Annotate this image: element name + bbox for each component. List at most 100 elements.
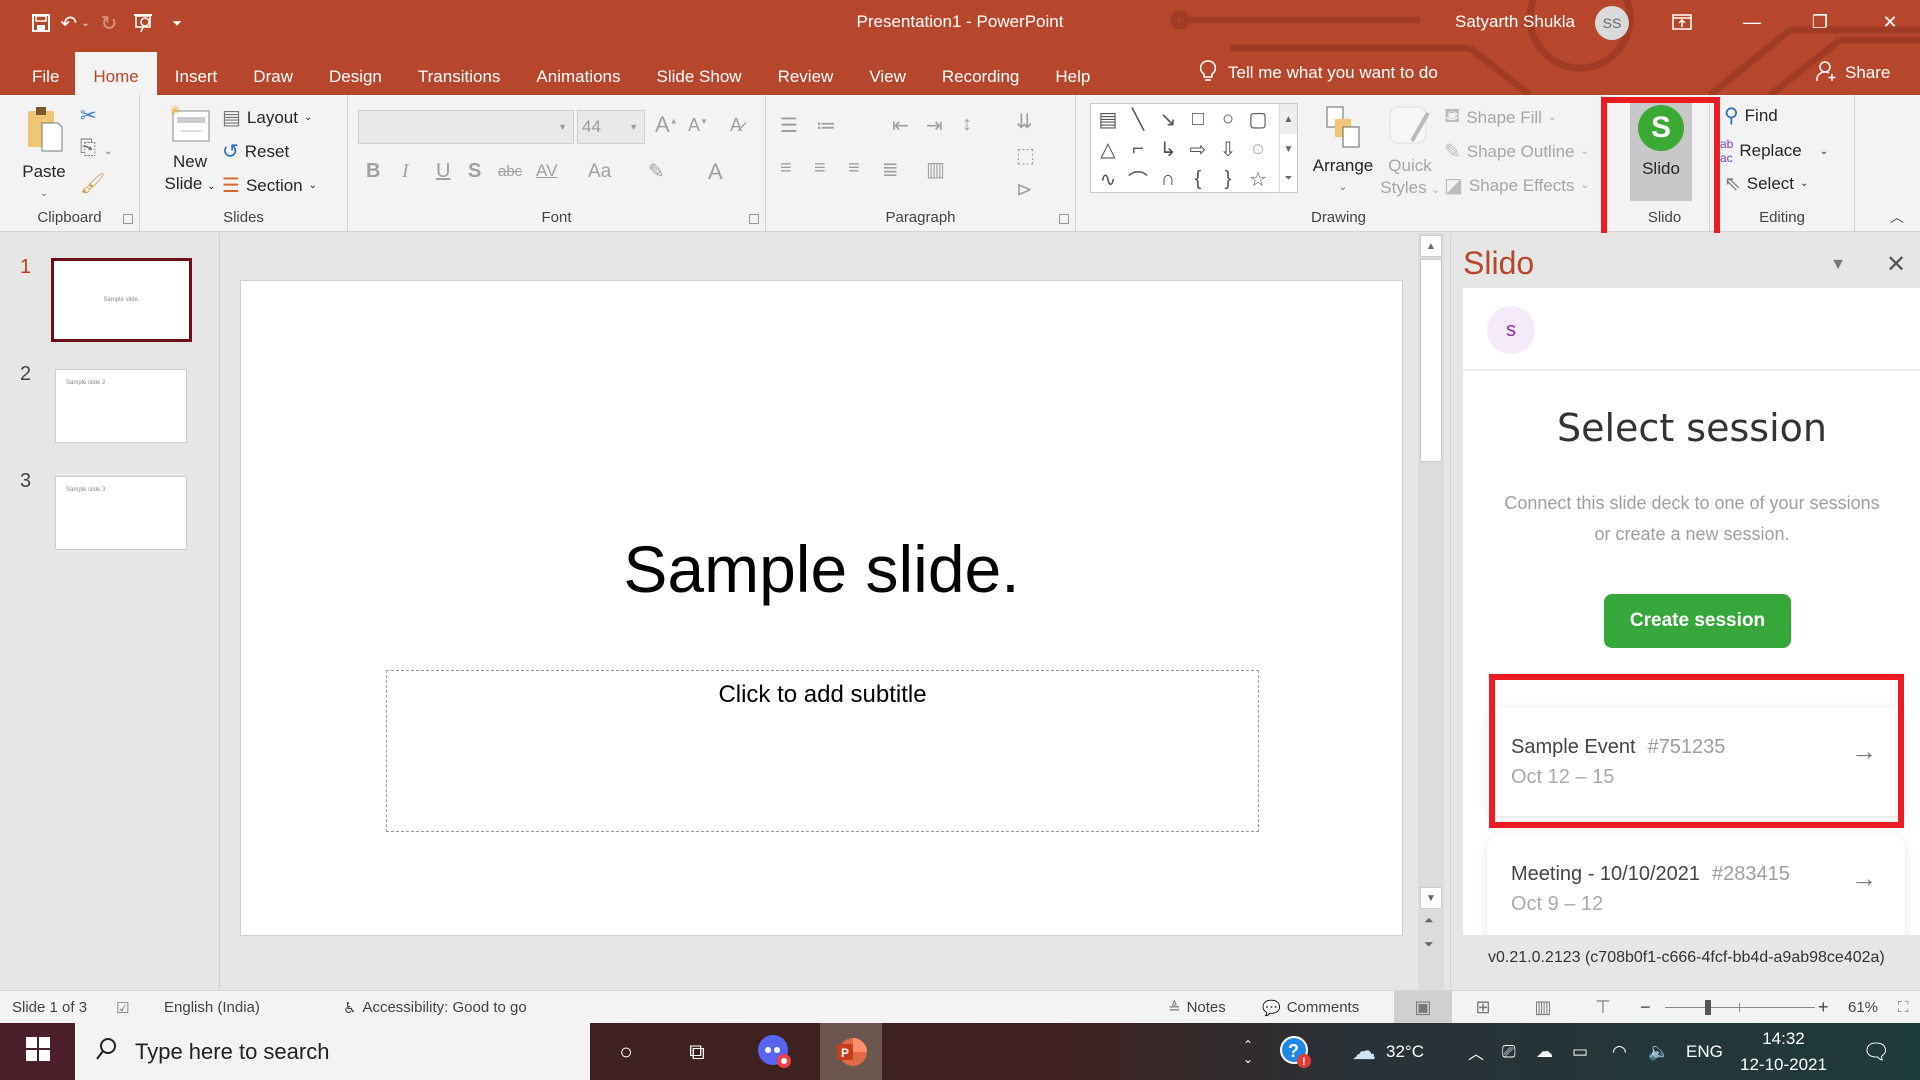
slide-show-view-icon[interactable]: ⊤ (1574, 991, 1632, 1024)
close-window-icon[interactable]: ✕ (1860, 0, 1920, 44)
collapse-ribbon-icon[interactable]: ︿ (1890, 207, 1904, 227)
show-hidden-icons-chevron[interactable]: ︿ (1468, 1023, 1484, 1080)
numbering-icon[interactable]: ≔ (816, 113, 836, 138)
spell-check-icon[interactable]: ☑ (116, 991, 129, 1024)
slide-thumbnail-2[interactable]: Sample slide 2 (55, 369, 187, 443)
shape-arc-icon[interactable]: ⌒ (1123, 164, 1153, 194)
format-painter-icon[interactable]: 🖌 (80, 171, 105, 196)
zoom-out-icon[interactable]: − (1640, 991, 1651, 1024)
battery-icon[interactable]: ▭ (1572, 1023, 1588, 1080)
shape-elbow-connector-icon[interactable]: ⌐ (1123, 134, 1153, 164)
tab-review[interactable]: Review (760, 52, 852, 95)
italic-button[interactable]: I (402, 160, 409, 183)
quick-styles-button[interactable]: Quick Styles ⌄ (1380, 105, 1440, 202)
shape-rounded-rectangle-icon[interactable]: ▢ (1243, 104, 1273, 134)
shape-effects-button[interactable]: ◪ Shape Effects ⌄ (1444, 173, 1589, 198)
meet-now-icon[interactable]: ⎚ (1502, 1023, 1516, 1080)
normal-view-icon[interactable]: ▣ (1394, 991, 1452, 1024)
change-case-button[interactable]: Aa (588, 161, 611, 183)
shape-freeform-icon[interactable]: ◌ (1243, 134, 1273, 164)
new-slide-button[interactable]: ✳ New Slide ⌄ (160, 102, 220, 198)
slide-canvas[interactable]: Sample slide. Click to add subtitle (240, 280, 1403, 936)
scroll-up-icon[interactable]: ▲ (1420, 235, 1442, 257)
slide-thumbnail-3[interactable]: Sample slide 3 (55, 476, 187, 550)
slido-ribbon-button[interactable]: S Slido (1630, 103, 1692, 201)
notification-center-icon[interactable]: 🗨 (1862, 1023, 1890, 1080)
align-right-icon[interactable]: ≡ (848, 157, 860, 180)
start-button[interactable] (0, 1023, 75, 1080)
shape-textbox-icon[interactable]: ▤ (1093, 104, 1123, 134)
undo-icon[interactable]: ↶ ⌄ (58, 10, 92, 36)
cortana-icon[interactable]: ○ (596, 1023, 656, 1080)
tab-animations[interactable]: Animations (518, 52, 638, 95)
vertical-scrollbar[interactable]: ▲ ▼ ⏶ ⏷ (1418, 233, 1444, 990)
zoom-percent[interactable]: 61% (1848, 991, 1878, 1024)
zoom-slider[interactable] (1665, 1000, 1815, 1015)
highlight-color-icon[interactable]: ✎ (648, 159, 665, 184)
arrange-button[interactable]: Arrange ⌄ (1308, 105, 1378, 199)
shape-oval-icon[interactable]: ○ (1213, 104, 1243, 134)
powerpoint-app-icon[interactable]: P (820, 1023, 882, 1080)
character-spacing-button[interactable]: AV (536, 161, 557, 181)
shape-curve-icon[interactable]: ∩ (1153, 164, 1183, 194)
onedrive-cloud-icon[interactable]: ☁ (1536, 1023, 1553, 1080)
shape-rectangle-icon[interactable]: □ (1183, 104, 1213, 134)
select-button[interactable]: ⇖ Select ⌄ (1724, 171, 1808, 196)
user-name[interactable]: Satyarth Shukla (1455, 12, 1575, 32)
gallery-scroll-down-icon[interactable]: ▼ (1279, 134, 1297, 164)
clock[interactable]: 14:32 12-10-2021 (1740, 1023, 1827, 1080)
tab-recording[interactable]: Recording (924, 52, 1038, 95)
slide-title-text[interactable]: Sample slide. (241, 531, 1402, 607)
shape-right-arrow-icon[interactable]: ⇨ (1183, 134, 1213, 164)
accessibility-checker[interactable]: ♿ Accessibility: Good to go (343, 991, 527, 1024)
gallery-scroll-up-icon[interactable]: ▲ (1279, 104, 1297, 134)
tab-insert[interactable]: Insert (157, 52, 236, 95)
shape-outline-button[interactable]: ✎ Shape Outline ⌄ (1444, 139, 1589, 164)
arrow-right-icon[interactable]: → (1851, 736, 1877, 767)
text-shadow-button[interactable]: S (468, 160, 481, 183)
weather-widget[interactable]: ☁ 32°C (1352, 1023, 1424, 1080)
shape-arrow-line-icon[interactable]: ↘ (1153, 104, 1183, 134)
zoom-in-icon[interactable]: + (1818, 991, 1829, 1024)
font-color-button[interactable]: A (708, 159, 723, 185)
volume-icon[interactable]: 🔈 (1648, 1023, 1669, 1080)
pane-options-dropdown-icon[interactable]: ▼ (1824, 251, 1852, 279)
shape-star-icon[interactable]: ☆ (1243, 164, 1273, 194)
clear-formatting-icon[interactable]: A̷ (730, 115, 742, 136)
strikethrough-button[interactable]: abc (498, 163, 522, 180)
bullets-icon[interactable]: ☰ (780, 113, 798, 138)
shape-fill-button[interactable]: ⛾ Shape Fill ⌄ (1444, 105, 1556, 130)
customize-qat-icon[interactable]: ⏷ (160, 10, 194, 36)
align-left-icon[interactable]: ≡ (780, 157, 792, 180)
align-center-icon[interactable]: ≡ (814, 157, 826, 180)
arrow-right-icon[interactable]: → (1851, 863, 1877, 894)
slide-sorter-view-icon[interactable]: ⊞ (1454, 991, 1512, 1024)
taskbar-overflow-scroll[interactable]: ⌃ ⌄ (1236, 1023, 1260, 1080)
scroll-down-icon[interactable]: ▼ (1420, 887, 1442, 909)
reset-button[interactable]: ↺ Reset (222, 139, 289, 164)
font-name-dropdown[interactable]: ▼ (358, 110, 574, 144)
reading-view-icon[interactable]: ▥ (1514, 991, 1572, 1024)
find-button[interactable]: ⚲ Find (1724, 103, 1778, 128)
font-dialog-launcher-icon[interactable] (749, 214, 759, 224)
next-slide-icon[interactable]: ⏷ (1424, 937, 1434, 952)
fit-to-window-icon[interactable]: ⛶ (1898, 991, 1909, 1024)
language-indicator[interactable]: English (India) (164, 991, 260, 1024)
tab-draw[interactable]: Draw (235, 52, 311, 95)
shapes-gallery[interactable]: ▤ ╲ ↘ □ ○ ▢ △ ⌐ ↳ ⇨ ⇩ ◌ ∿ ⌒ ∩ { } ☆ ▲ ▼ … (1090, 103, 1298, 193)
font-size-dropdown[interactable]: 44 ▼ (577, 110, 645, 144)
section-button[interactable]: ☰ Section ⌄ (222, 173, 317, 198)
bold-button[interactable]: B (366, 160, 380, 183)
shape-left-brace-icon[interactable]: { (1183, 164, 1213, 194)
previous-slide-icon[interactable]: ⏶ (1424, 913, 1434, 928)
tell-me-search[interactable]: Tell me what you want to do (1199, 58, 1438, 88)
tab-file[interactable]: File (0, 52, 75, 95)
input-language-indicator[interactable]: ENG (1686, 1023, 1723, 1080)
subtitle-placeholder[interactable]: Click to add subtitle (386, 670, 1259, 832)
wifi-icon[interactable]: ◠ (1612, 1023, 1627, 1080)
share-button[interactable]: Share (1815, 58, 1890, 88)
paste-dropdown-icon[interactable]: ⌄ (40, 183, 48, 205)
shape-line-icon[interactable]: ╲ (1123, 104, 1153, 134)
close-pane-icon[interactable]: ✕ (1881, 249, 1911, 279)
zoom-slider-thumb[interactable] (1704, 1000, 1711, 1015)
